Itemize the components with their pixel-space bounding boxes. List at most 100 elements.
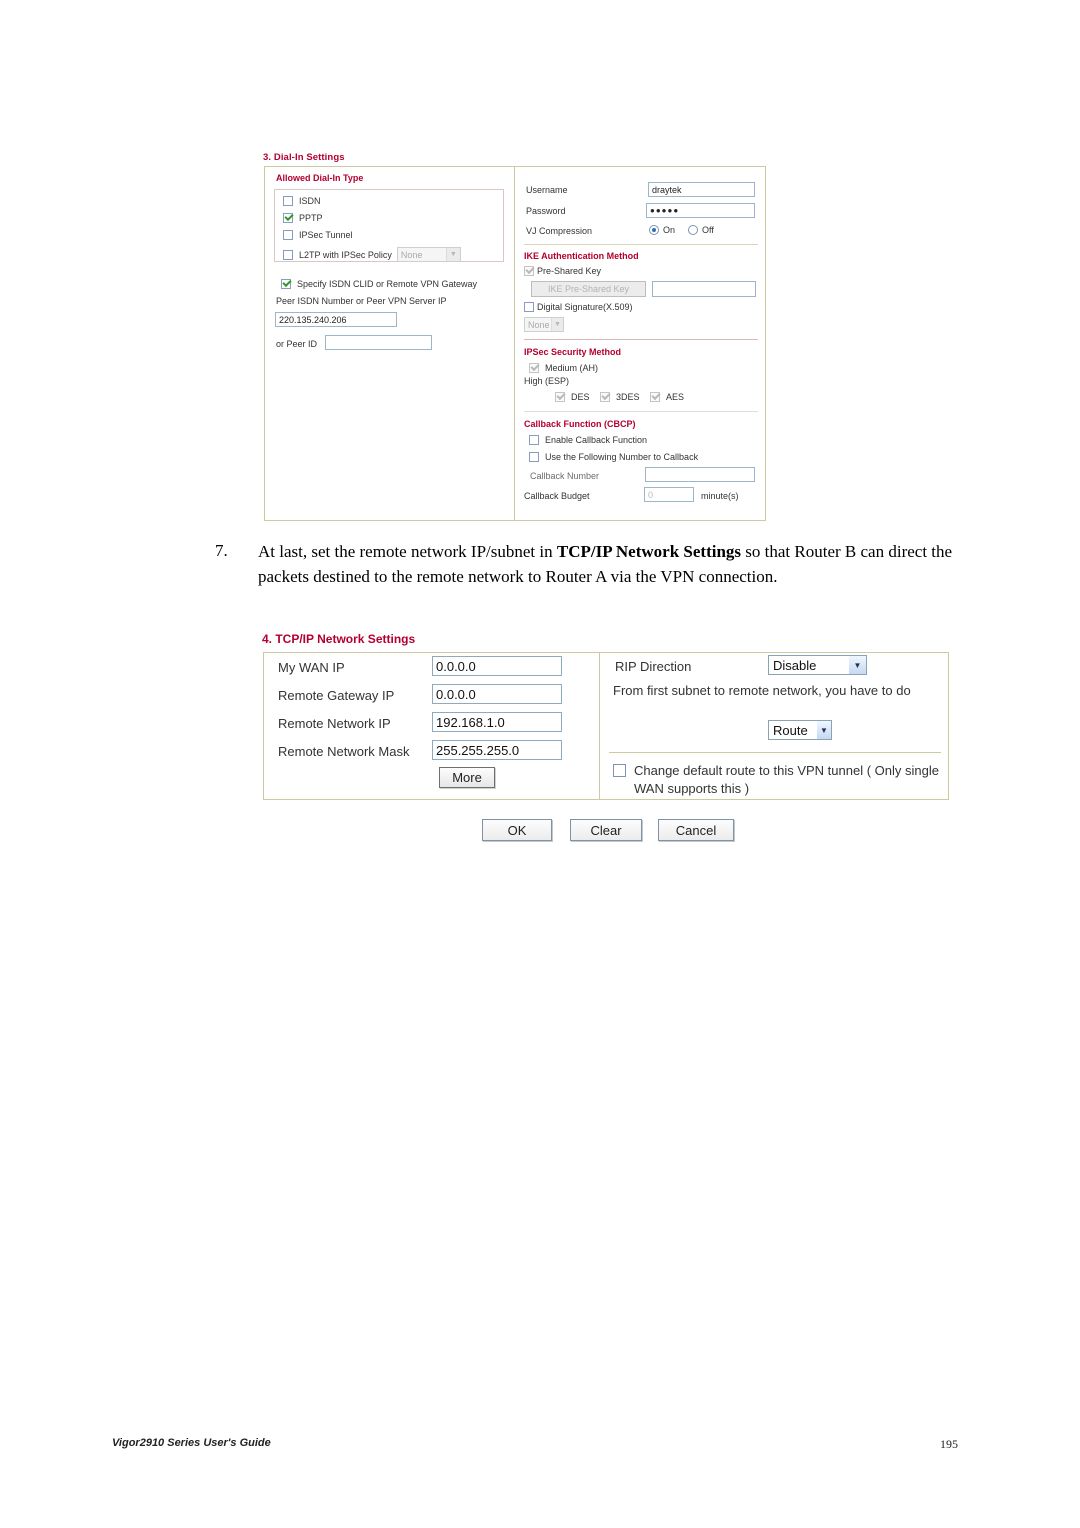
aes-label: AES xyxy=(666,392,685,402)
my-wan-ip-label: My WAN IP xyxy=(278,660,345,675)
chevron-down-icon: ▼ xyxy=(445,248,460,261)
username-label: Username xyxy=(526,185,568,195)
remote-network-mask-input[interactable] xyxy=(432,740,562,760)
remote-gateway-ip-input[interactable] xyxy=(432,684,562,704)
enable-callback-label: Enable Callback Function xyxy=(545,435,648,445)
ike-pre-shared-key-input[interactable] xyxy=(652,281,756,297)
rip-direction-select[interactable]: Disable ▼ xyxy=(768,655,867,675)
checkbox-row-ipsec-tunnel[interactable]: IPSec Tunnel xyxy=(283,230,353,240)
remote-gateway-ip-label: Remote Gateway IP xyxy=(278,688,395,703)
digital-signature-checkbox[interactable] xyxy=(524,302,534,312)
rip-direction-value: Disable xyxy=(773,657,817,673)
des-row[interactable]: DES xyxy=(555,392,590,402)
callback-budget-input[interactable] xyxy=(644,487,694,502)
footer-guide-title: Vigor2910 Series User's Guide xyxy=(112,1437,271,1449)
use-following-number-checkbox[interactable] xyxy=(529,452,539,462)
peer-isdn-number-input[interactable] xyxy=(275,312,397,327)
callback-number-label: Callback Number xyxy=(530,471,600,481)
dial-in-settings-panel: Allowed Dial-In Type ISDN PPTP IPSec Tun… xyxy=(264,166,766,521)
pptp-checkbox[interactable] xyxy=(283,213,293,223)
specify-isdn-clid-checkbox[interactable] xyxy=(281,279,291,289)
vj-compression-off-radio-row[interactable]: Off xyxy=(688,225,714,235)
peer-isdn-number-label: Peer ISDN Number or Peer VPN Server IP xyxy=(276,296,447,306)
medium-ah-row[interactable]: Medium (AH) xyxy=(529,363,598,373)
vj-on-label: On xyxy=(663,225,676,235)
high-esp-label: High (ESP) xyxy=(524,376,570,386)
pre-shared-key-checkbox[interactable] xyxy=(524,266,534,276)
specify-isdn-clid-row[interactable]: Specify ISDN CLID or Remote VPN Gateway xyxy=(281,279,477,289)
aes-checkbox[interactable] xyxy=(650,392,660,402)
ipsec-tunnel-checkbox[interactable] xyxy=(283,230,293,240)
vj-off-radio[interactable] xyxy=(688,225,698,235)
cancel-button[interactable]: Cancel xyxy=(658,819,734,841)
route-select-value: Route xyxy=(773,722,808,738)
chevron-down-icon: ▼ xyxy=(817,721,831,739)
divider-3 xyxy=(524,411,758,412)
l2tp-checkbox[interactable] xyxy=(283,249,293,260)
checkbox-row-l2tp[interactable]: L2TP with IPSec Policy None ▼ xyxy=(283,247,461,262)
isdn-label: ISDN xyxy=(299,196,321,206)
digital-signature-row[interactable]: Digital Signature(X.509) xyxy=(524,302,633,312)
callback-budget-unit: minute(s) xyxy=(701,491,739,501)
route-select[interactable]: Route ▼ xyxy=(768,720,832,740)
subnet-note: From first subnet to remote network, you… xyxy=(613,683,911,698)
clear-button[interactable]: Clear xyxy=(570,819,642,841)
callback-budget-label: Callback Budget xyxy=(524,491,590,501)
l2tp-ipsec-policy-value: None xyxy=(400,249,423,260)
use-following-number-label: Use the Following Number to Callback xyxy=(545,452,699,462)
or-peer-id-input[interactable] xyxy=(325,335,432,350)
chevron-down-icon: ▼ xyxy=(849,656,866,674)
or-peer-id-label: or Peer ID xyxy=(276,339,318,349)
des-label: DES xyxy=(571,392,590,402)
aes-row[interactable]: AES xyxy=(650,392,684,402)
dial-in-right-column: Username Password VJ Compression On Off … xyxy=(516,167,767,520)
callback-number-input[interactable] xyxy=(645,467,755,482)
des-checkbox[interactable] xyxy=(555,392,565,402)
ike-pre-shared-key-button[interactable]: IKE Pre-Shared Key xyxy=(531,281,646,297)
ok-button[interactable]: OK xyxy=(482,819,552,841)
medium-ah-label: Medium (AH) xyxy=(545,363,599,373)
divider-2 xyxy=(524,339,758,340)
tcpip-left-column: My WAN IP Remote Gateway IP Remote Netwo… xyxy=(264,653,600,799)
medium-ah-checkbox[interactable] xyxy=(529,363,539,373)
digital-signature-select[interactable]: None ▼ xyxy=(524,317,564,332)
checkbox-row-isdn[interactable]: ISDN xyxy=(283,196,321,206)
step-paragraph: At last, set the remote network IP/subne… xyxy=(258,539,958,589)
specify-isdn-clid-label: Specify ISDN CLID or Remote VPN Gateway xyxy=(297,279,478,289)
password-label: Password xyxy=(526,206,566,216)
l2tp-label: L2TP with IPSec Policy xyxy=(299,249,392,260)
tcpip-right-column: RIP Direction Disable ▼ From first subne… xyxy=(601,653,950,799)
more-button[interactable]: More xyxy=(439,767,495,788)
password-input[interactable] xyxy=(646,203,755,218)
vj-on-radio[interactable] xyxy=(649,225,659,235)
l2tp-ipsec-policy-select[interactable]: None ▼ xyxy=(396,247,461,262)
my-wan-ip-input[interactable] xyxy=(432,656,562,676)
3des-row[interactable]: 3DES xyxy=(600,392,640,402)
pre-shared-key-row[interactable]: Pre-Shared Key xyxy=(524,266,601,276)
step-text-part1: At last, set the remote network IP/subne… xyxy=(258,542,557,561)
isdn-checkbox[interactable] xyxy=(283,196,293,206)
enable-callback-checkbox[interactable] xyxy=(529,435,539,445)
use-following-number-row[interactable]: Use the Following Number to Callback xyxy=(529,452,698,462)
divider-tcpip xyxy=(609,752,941,753)
document-page: 3. Dial-In Settings Allowed Dial-In Type… xyxy=(0,0,1080,1528)
pptp-label: PPTP xyxy=(299,213,323,223)
vj-compression-label: VJ Compression xyxy=(526,226,593,236)
username-input[interactable] xyxy=(648,182,755,197)
vj-compression-on-radio-row[interactable]: On xyxy=(649,225,675,235)
ike-authentication-method-title: IKE Authentication Method xyxy=(524,251,639,261)
remote-network-ip-input[interactable] xyxy=(432,712,562,732)
3des-checkbox[interactable] xyxy=(600,392,610,402)
pre-shared-key-label: Pre-Shared Key xyxy=(537,266,602,276)
allowed-dial-in-type-box: ISDN PPTP IPSec Tunnel L2TP with IPSec P… xyxy=(274,189,504,262)
vj-off-label: Off xyxy=(702,225,714,235)
change-default-route-checkbox[interactable] xyxy=(613,764,626,777)
3des-label: 3DES xyxy=(616,392,640,402)
chevron-down-icon: ▼ xyxy=(551,318,563,331)
step-text-bold: TCP/IP Network Settings xyxy=(556,542,742,561)
change-default-route-label: Change default route to this VPN tunnel … xyxy=(634,763,939,796)
checkbox-row-pptp[interactable]: PPTP xyxy=(283,213,323,223)
digital-signature-select-value: None xyxy=(528,319,550,330)
divider-1 xyxy=(524,244,758,245)
enable-callback-row[interactable]: Enable Callback Function xyxy=(529,435,647,445)
